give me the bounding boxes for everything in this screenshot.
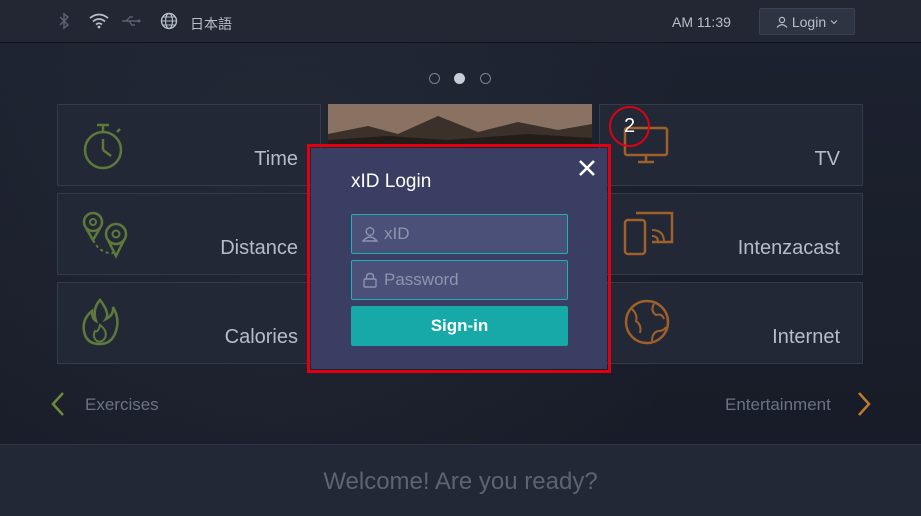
xid-field[interactable] bbox=[351, 214, 568, 254]
welcome-message: Welcome! Are you ready? bbox=[323, 468, 598, 495]
pager-dot-2[interactable] bbox=[454, 73, 465, 84]
bluetooth-icon bbox=[59, 12, 70, 30]
sign-in-button[interactable]: Sign-in bbox=[351, 306, 568, 346]
flame-icon bbox=[82, 298, 119, 346]
tile-tv-label: TV bbox=[814, 148, 840, 170]
chevron-down-icon bbox=[830, 19, 838, 24]
xid-login-dialog: xID Login Sign-in bbox=[311, 148, 607, 369]
globe-icon[interactable] bbox=[160, 12, 178, 30]
chevron-right-icon[interactable] bbox=[856, 391, 872, 417]
tile-internet[interactable]: Internet bbox=[599, 282, 863, 364]
tile-calories-label: Calories bbox=[224, 326, 298, 348]
close-icon[interactable] bbox=[577, 158, 597, 178]
login-label: Login bbox=[791, 13, 827, 30]
clock: AM 11:39 bbox=[672, 14, 731, 30]
chevron-left-icon[interactable] bbox=[50, 391, 66, 417]
map-pin-icon bbox=[82, 211, 128, 259]
user-icon bbox=[362, 227, 378, 242]
tile-internet-label: Internet bbox=[772, 326, 840, 348]
password-input[interactable] bbox=[384, 261, 564, 298]
pager-dot-1[interactable] bbox=[429, 73, 440, 84]
wifi-icon bbox=[89, 13, 109, 29]
globe-icon bbox=[624, 299, 670, 345]
video-thumbnail[interactable] bbox=[328, 104, 592, 146]
lock-icon bbox=[363, 272, 377, 288]
language-label[interactable]: 日本語 bbox=[190, 14, 232, 34]
xid-input[interactable] bbox=[384, 215, 564, 252]
stopwatch-icon bbox=[83, 123, 123, 170]
tile-intenzacast-label: Intenzacast bbox=[737, 237, 840, 259]
user-icon bbox=[776, 16, 788, 28]
nav-entertainment[interactable]: Entertainment bbox=[725, 395, 831, 415]
tile-intenzacast[interactable]: Intenzacast bbox=[599, 193, 863, 275]
status-bar: 日本語 AM 11:39 Login bbox=[0, 0, 921, 43]
usb-icon bbox=[122, 16, 141, 26]
tile-calories[interactable]: Calories bbox=[57, 282, 321, 364]
login-button[interactable]: Login bbox=[759, 8, 855, 35]
password-field[interactable] bbox=[351, 260, 568, 300]
cast-icon bbox=[623, 211, 674, 256]
tile-time[interactable]: Time bbox=[57, 104, 321, 186]
step-badge: 2 bbox=[609, 106, 650, 147]
dialog-title: xID Login bbox=[351, 171, 432, 192]
tile-distance-label: Distance bbox=[220, 237, 298, 259]
pager-dot-3[interactable] bbox=[480, 73, 491, 84]
nav-exercises[interactable]: Exercises bbox=[85, 395, 159, 415]
mountain-photo bbox=[328, 104, 592, 146]
tile-time-label: Time bbox=[254, 148, 298, 170]
tile-distance[interactable]: Distance bbox=[57, 193, 321, 275]
